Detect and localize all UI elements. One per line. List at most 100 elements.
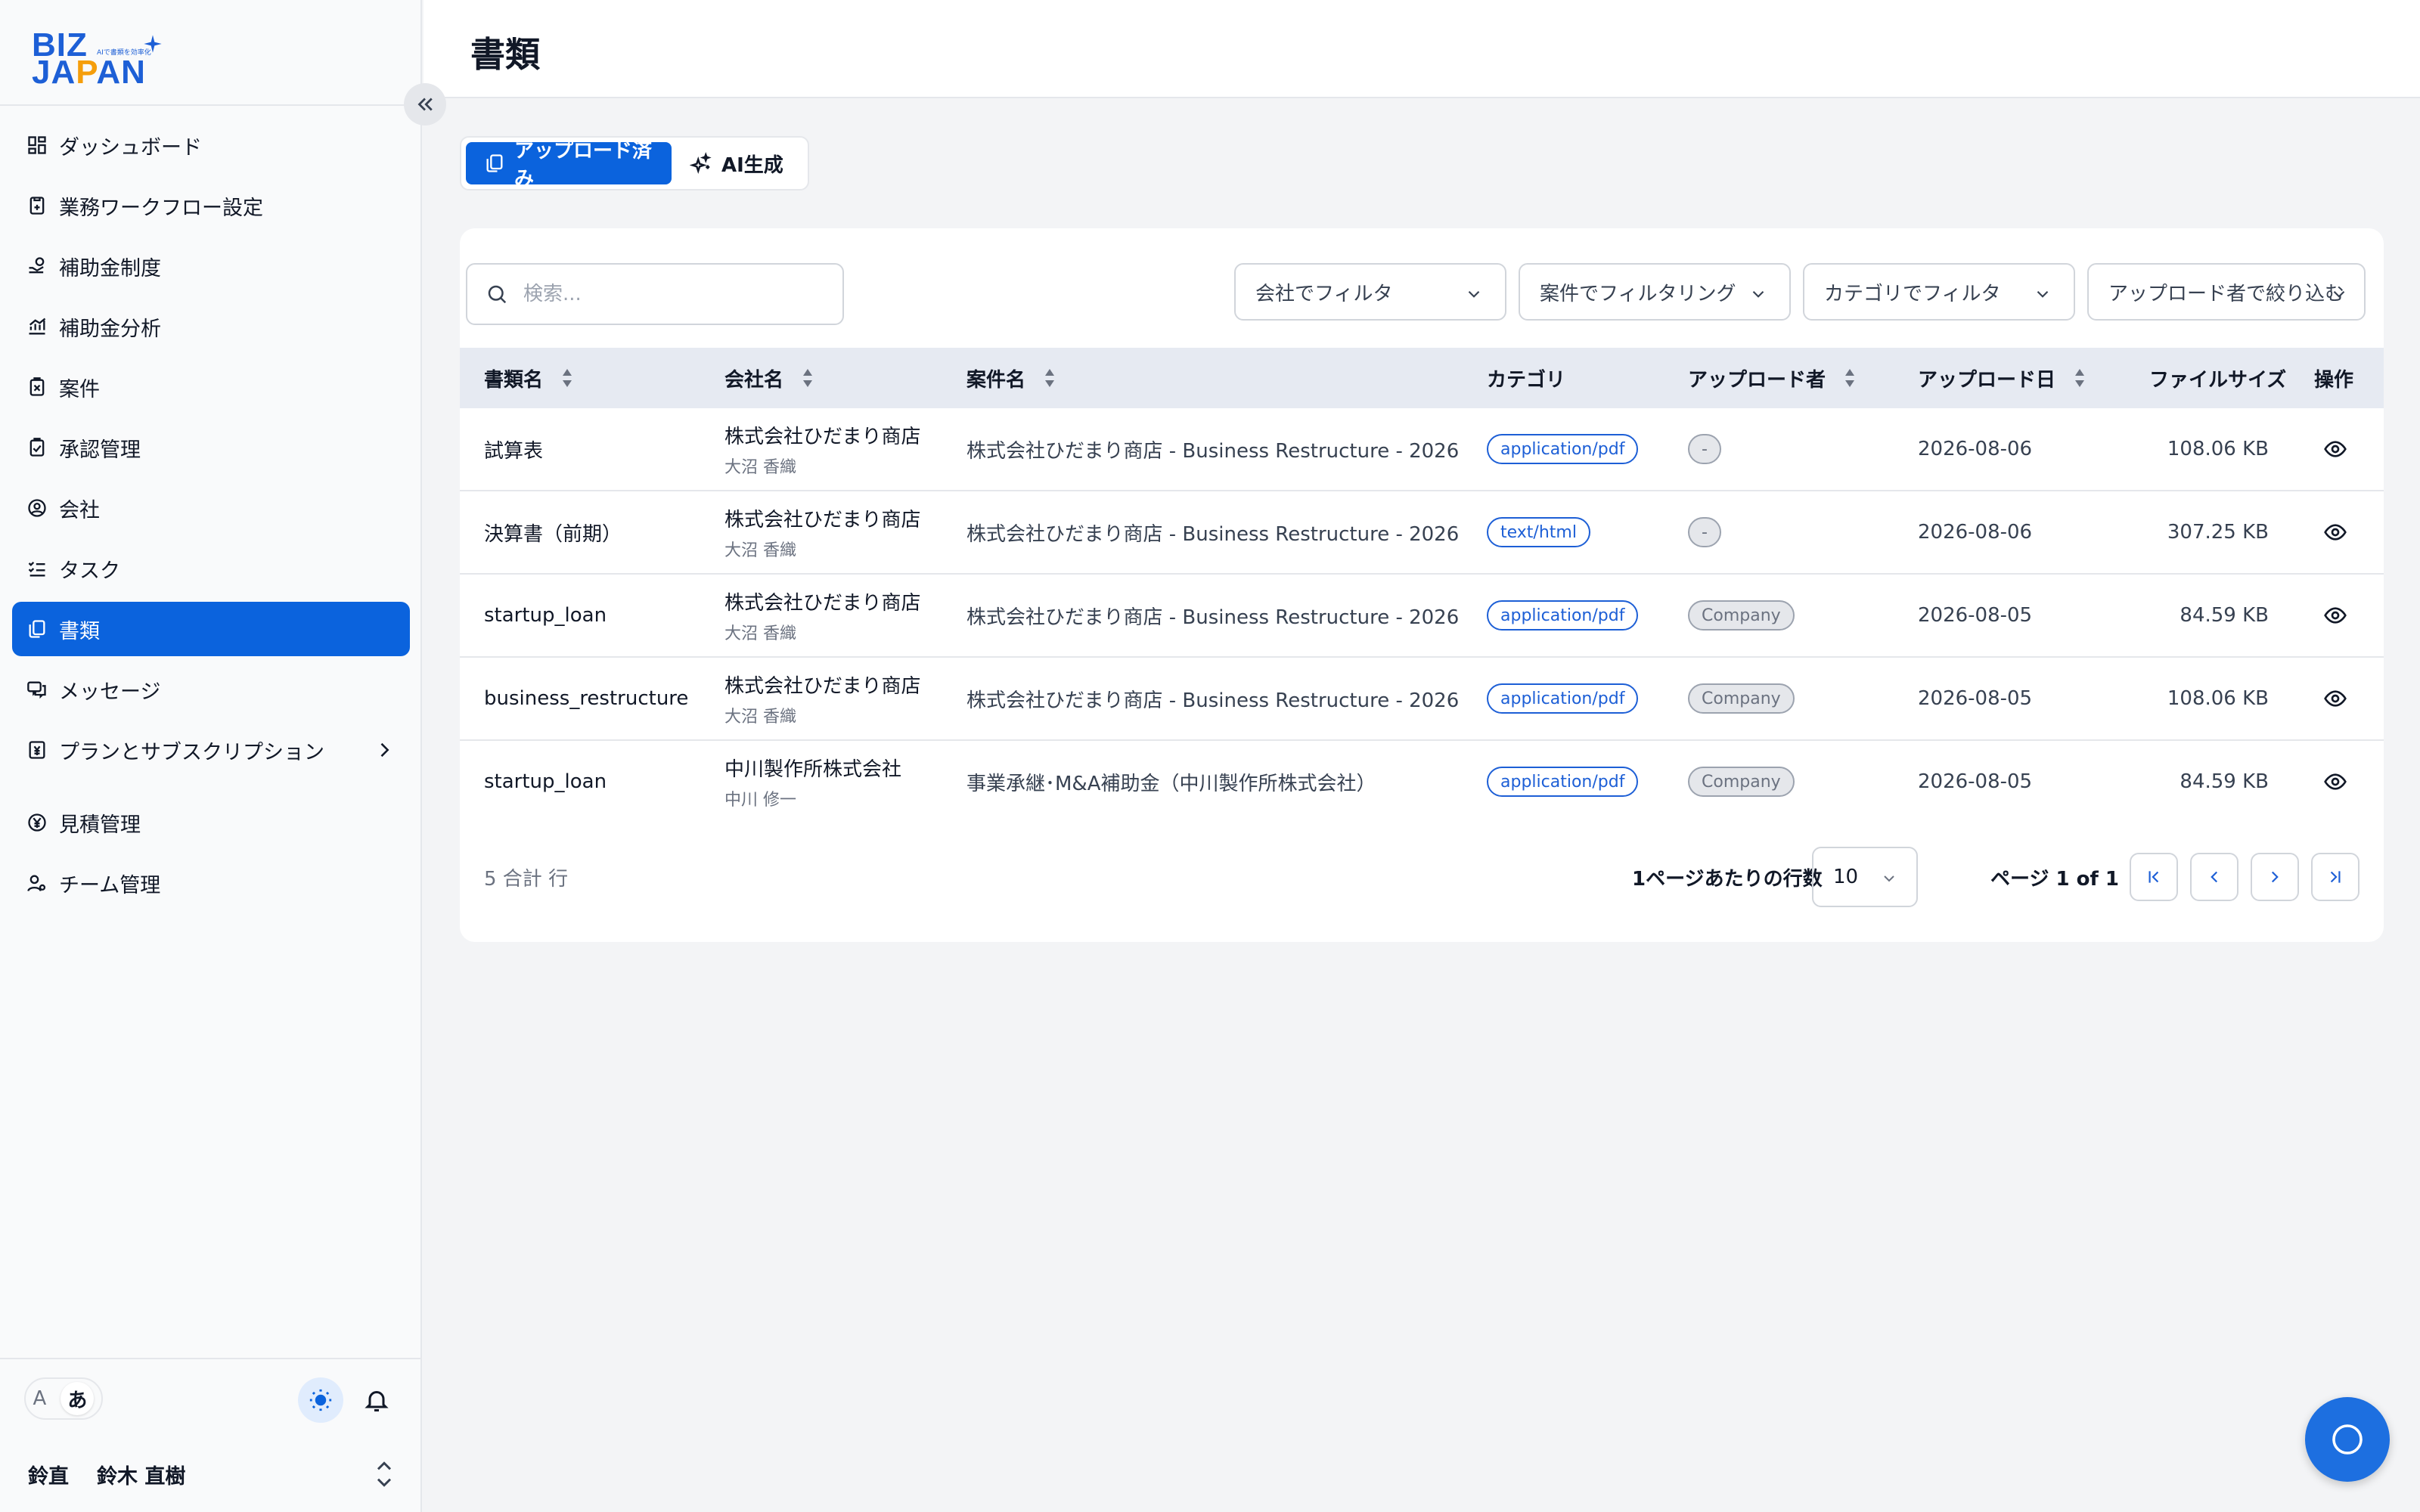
- search-box[interactable]: [466, 263, 844, 325]
- tab-label: アップロード済み: [514, 140, 653, 191]
- document-name: 試算表: [484, 439, 544, 463]
- tab-uploaded[interactable]: アップロード済み: [466, 140, 672, 191]
- project-name: 事業承継･M&A補助金（中川製作所株式会社）: [966, 772, 1376, 795]
- view-button[interactable]: [2317, 680, 2353, 717]
- divider: [0, 104, 422, 106]
- sidebar-item-label: 補助金制度: [59, 256, 161, 280]
- table-row[interactable]: 決算書（前期） 株式会社ひだまり商店 大沼 香織 株式会社ひだまり商店 - Bus…: [460, 491, 2384, 575]
- rows-per-page-select[interactable]: 10: [1812, 847, 1918, 907]
- sparkle-icon: [144, 35, 162, 53]
- chevron-down-icon: [2033, 284, 2052, 309]
- sidebar: BIZ JAPAN AIで書類を効率化 ダッシュボード 業務ワークフロー設定 補…: [0, 0, 422, 1512]
- sort-icon[interactable]: [800, 366, 815, 390]
- lang-ja-option[interactable]: あ: [60, 1382, 95, 1415]
- project-filter-select[interactable]: 案件でフィルタリング: [1519, 263, 1791, 321]
- clipboard-icon: [24, 374, 50, 400]
- sidebar-item-label: タスク: [59, 559, 120, 583]
- dashboard-icon: [24, 132, 50, 158]
- lang-en-option[interactable]: A: [33, 1387, 47, 1410]
- eye-icon: [2324, 607, 2347, 624]
- sidebar-nav: ダッシュボード 業務ワークフロー設定 補助金制度 補助金分析 案件 承認管理 会…: [12, 118, 410, 916]
- chevrons-left-icon: [417, 98, 433, 111]
- eye-icon: [2324, 524, 2347, 541]
- category-filter-select[interactable]: カテゴリでフィルタ: [1803, 263, 2075, 321]
- plan-icon: [24, 737, 50, 763]
- filter-label: 案件でフィルタリング: [1540, 282, 1736, 305]
- sidebar-item-plan[interactable]: プランとサブスクリプション: [12, 723, 410, 777]
- table-row[interactable]: business_restructure 株式会社ひだまり商店 大沼 香織 株式会…: [460, 658, 2384, 741]
- table-row[interactable]: 試算表 株式会社ひだまり商店 大沼 香織 株式会社ひだまり商店 - Busines…: [460, 408, 2384, 491]
- column-header-company: 会社名: [724, 348, 815, 408]
- uploader-filter-select[interactable]: アップロード者で絞り込む: [2087, 263, 2366, 321]
- sidebar-item-tasks[interactable]: タスク: [12, 541, 410, 596]
- sidebar-item-label: 承認管理: [59, 438, 141, 462]
- tab-ai-generated[interactable]: AI生成: [672, 142, 802, 184]
- last-page-button[interactable]: [2311, 853, 2360, 901]
- sidebar-item-label: 会社: [59, 498, 100, 522]
- sidebar-item-label: ダッシュボード: [59, 135, 202, 160]
- sidebar-item-estimates[interactable]: 見積管理: [12, 795, 410, 850]
- eye-icon: [2324, 690, 2347, 707]
- view-button[interactable]: [2317, 514, 2353, 550]
- file-size: 108.06 KB: [2167, 438, 2269, 460]
- sidebar-item-analytics[interactable]: 補助金分析: [12, 299, 410, 354]
- workflow-icon: [24, 193, 50, 218]
- search-input[interactable]: [523, 283, 826, 305]
- sidebar-item-documents[interactable]: 書類: [12, 602, 410, 656]
- document-name: startup_loan: [484, 604, 607, 627]
- previous-page-button[interactable]: [2190, 853, 2238, 901]
- sidebar-item-company[interactable]: 会社: [12, 481, 410, 535]
- category-badge: text/html: [1487, 517, 1590, 547]
- subsidy-icon: [24, 253, 50, 279]
- uploader-badge: -: [1688, 517, 1721, 547]
- sidebar-item-team[interactable]: チーム管理: [12, 856, 410, 910]
- user-menu[interactable]: 鈴直 鈴木 直樹: [24, 1445, 402, 1503]
- sort-icon[interactable]: [560, 366, 575, 390]
- upload-date: 2026-08-05: [1918, 770, 2033, 793]
- app-logo[interactable]: BIZ JAPAN AIで書類を効率化: [30, 27, 166, 91]
- project-name: 株式会社ひだまり商店 - Business Restructure - 2026: [966, 439, 1460, 463]
- view-button[interactable]: [2317, 431, 2353, 467]
- documents-icon: [24, 616, 50, 642]
- sidebar-item-dashboard[interactable]: ダッシュボード: [12, 118, 410, 172]
- chevrons-first-icon: [2149, 871, 2159, 883]
- notifications-button[interactable]: [354, 1377, 399, 1423]
- table-row[interactable]: startup_loan 株式会社ひだまり商店 大沼 香織 株式会社ひだまり商店 …: [460, 575, 2384, 658]
- sidebar-item-subsidy[interactable]: 補助金制度: [12, 239, 410, 293]
- sparkles-icon: [690, 152, 712, 175]
- rows-per-page-value: 10: [1833, 866, 1859, 888]
- logo-line2: JAPAN: [32, 54, 146, 91]
- sidebar-item-label: チーム管理: [59, 873, 161, 897]
- sidebar-collapse-button[interactable]: [404, 83, 446, 125]
- next-page-button[interactable]: [2251, 853, 2299, 901]
- sidebar-item-label: 見積管理: [59, 813, 141, 837]
- sidebar-item-projects[interactable]: 案件: [12, 360, 410, 414]
- sort-icon[interactable]: [1842, 366, 1857, 390]
- view-button[interactable]: [2317, 597, 2353, 634]
- bell-icon: [365, 1391, 389, 1411]
- user-name: 鈴木 直樹: [97, 1464, 186, 1489]
- column-header-uploader: アップロード者: [1688, 348, 1857, 408]
- sidebar-item-approval[interactable]: 承認管理: [12, 420, 410, 475]
- chat-assistant-button[interactable]: [2305, 1397, 2390, 1482]
- chevron-down-icon: [1464, 284, 1484, 309]
- column-header-project: 案件名: [966, 348, 1057, 408]
- loading-ring-icon: [2332, 1424, 2363, 1455]
- company-name: 株式会社ひだまり商店: [724, 674, 921, 698]
- table-row[interactable]: startup_loan 中川製作所株式会社 中川 修一 事業承継･M&A補助金（…: [460, 741, 2384, 824]
- upload-date: 2026-08-05: [1918, 687, 2033, 710]
- first-page-button[interactable]: [2130, 853, 2178, 901]
- view-button[interactable]: [2317, 764, 2353, 800]
- company-filter-select[interactable]: 会社でフィルタ: [1234, 263, 1506, 321]
- chevron-right-icon: [2271, 871, 2279, 883]
- filter-label: アップロード者で絞り込む: [2108, 282, 2345, 305]
- sidebar-item-workflow[interactable]: 業務ワークフロー設定: [12, 178, 410, 233]
- sort-icon[interactable]: [1042, 366, 1057, 390]
- language-toggle[interactable]: A あ: [24, 1377, 103, 1420]
- sort-icon[interactable]: [2072, 366, 2087, 390]
- theme-toggle-button[interactable]: [298, 1377, 343, 1423]
- team-icon: [24, 870, 50, 896]
- column-header-actions: 操作: [2314, 368, 2354, 392]
- sidebar-item-label: 書類: [59, 619, 100, 643]
- sidebar-item-messages[interactable]: メッセージ: [12, 662, 410, 717]
